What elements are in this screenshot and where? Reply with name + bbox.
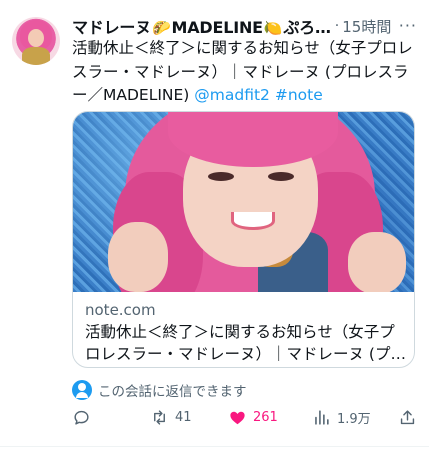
reply-note-text: この会話に返信できます xyxy=(98,384,247,400)
name-text: MADELINE xyxy=(171,18,264,37)
reply-icon xyxy=(74,410,89,425)
share-icon xyxy=(400,410,415,425)
card-image-hand-left xyxy=(108,222,168,292)
card-image-mouth xyxy=(231,212,275,230)
separator-dot: · xyxy=(334,18,340,34)
views-button[interactable]: 1.9万 xyxy=(312,408,371,427)
avatar-body xyxy=(22,47,50,65)
card-image-hand-right xyxy=(348,232,406,292)
card-image-eye-left xyxy=(208,172,234,181)
name-text: ぷろ… xyxy=(283,18,331,37)
more-options-icon[interactable]: ··· xyxy=(399,16,417,35)
name-text: マドレーヌ xyxy=(72,18,152,37)
person-icon xyxy=(72,380,92,400)
reply-button[interactable] xyxy=(72,408,97,427)
card-image[interactable] xyxy=(73,112,414,292)
share-button[interactable] xyxy=(398,408,423,427)
mention-link[interactable]: @madfit2 xyxy=(194,86,270,104)
reply-restriction-note: この会話に返信できます xyxy=(72,380,247,400)
tweet-text: 活動休止＜終了＞に関するお知らせ（女子プロレスラー・マドレーヌ）｜マドレーヌ (… xyxy=(72,37,420,108)
timestamp[interactable]: 15時間 xyxy=(342,16,391,37)
card-image-eye-right xyxy=(268,172,294,181)
card-title: 活動休止＜終了＞に関するお知らせ（女子プロレスラー・マドレーヌ）｜マドレーヌ (… xyxy=(85,323,406,363)
avatar[interactable] xyxy=(12,17,60,65)
card-domain: note.com xyxy=(85,301,156,319)
taco-emoji: 🌮 xyxy=(152,19,171,37)
like-button[interactable]: 261 xyxy=(228,408,278,427)
tweet[interactable]: マドレーヌ🌮MADELINE🍋ぷろ… · 15時間 ··· 活動休止＜終了＞に関… xyxy=(0,0,429,450)
tweet-header: マドレーヌ🌮MADELINE🍋ぷろ… · 15時間 ··· xyxy=(72,14,417,38)
display-name[interactable]: マドレーヌ🌮MADELINE🍋ぷろ… xyxy=(72,14,331,38)
action-bar: 41 261 1.9万 xyxy=(72,408,417,432)
heart-icon xyxy=(230,411,245,425)
views-count: 1.9万 xyxy=(337,412,371,427)
hashtag-link[interactable]: #note xyxy=(275,86,323,104)
divider xyxy=(0,446,429,447)
avatar-face xyxy=(28,29,44,47)
retweet-icon xyxy=(154,410,165,425)
analytics-icon xyxy=(315,410,329,425)
like-count: 261 xyxy=(253,410,278,425)
lemon-emoji: 🍋 xyxy=(263,19,283,37)
retweet-button[interactable]: 41 xyxy=(150,408,192,427)
retweet-count: 41 xyxy=(175,410,192,425)
link-card[interactable]: note.com 活動休止＜終了＞に関するお知らせ（女子プロレスラー・マドレーヌ… xyxy=(72,111,415,368)
